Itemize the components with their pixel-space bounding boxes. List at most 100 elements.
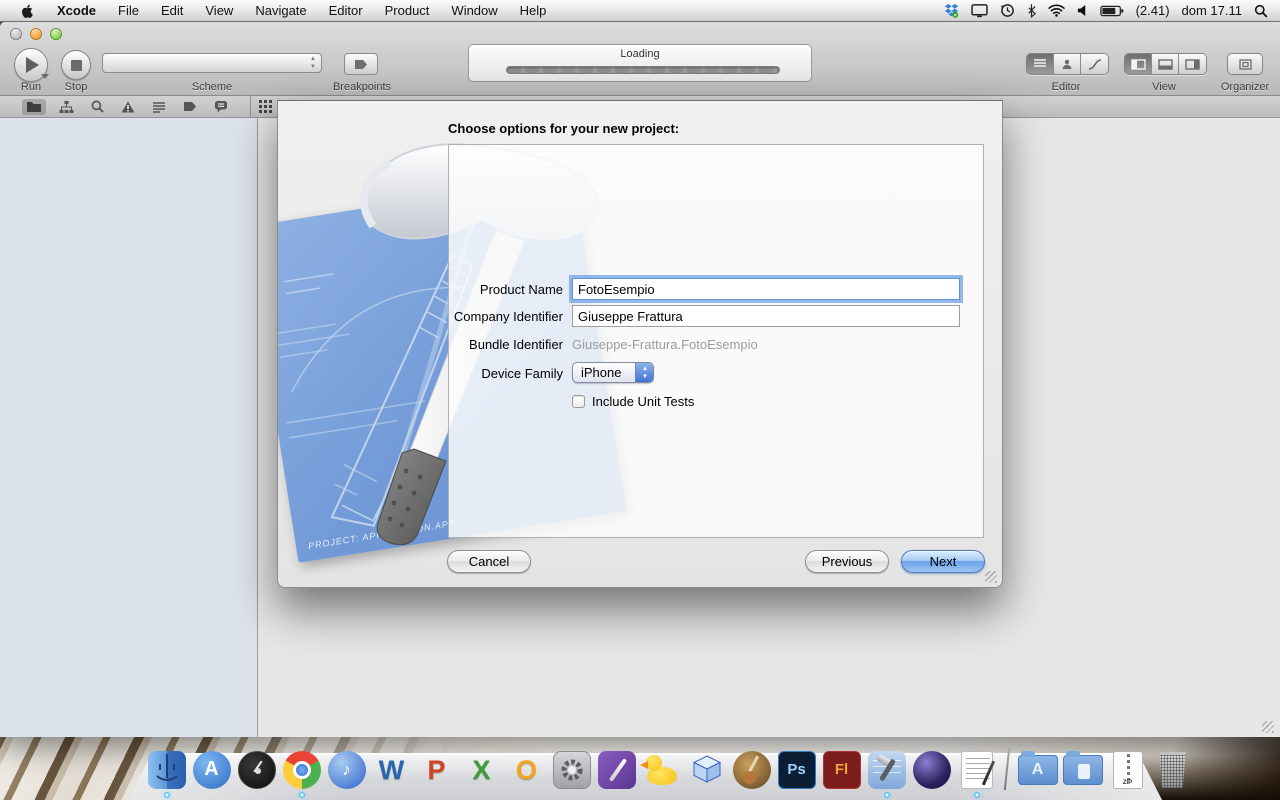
scheme-popup[interactable]: ▲▼ (102, 53, 322, 73)
close-button[interactable] (10, 28, 22, 40)
zoom-button[interactable] (50, 28, 62, 40)
dock-system-preferences[interactable] (551, 749, 592, 790)
minimize-button[interactable] (30, 28, 42, 40)
zip-archive-icon: ZIP (1113, 751, 1143, 789)
log-navigator-icon[interactable] (152, 101, 166, 113)
garageband-icon (733, 751, 771, 789)
play-icon (26, 57, 39, 73)
dock-eclipse[interactable] (911, 749, 952, 790)
run-button[interactable] (14, 48, 48, 82)
dock-finder[interactable] (146, 749, 187, 790)
dock-itunes[interactable]: ♪ (326, 749, 367, 790)
dock-photoshop[interactable]: Ps (776, 749, 817, 790)
bluetooth-icon[interactable] (1027, 3, 1036, 18)
debug-navigator-icon[interactable] (214, 100, 228, 113)
dock-word[interactable]: W (371, 749, 412, 790)
dock-dashboard[interactable] (236, 749, 277, 790)
dock-cyberduck[interactable] (641, 749, 682, 790)
company-identifier-input[interactable] (572, 305, 960, 327)
dock-powerpoint[interactable]: P (416, 749, 457, 790)
time-machine-icon[interactable] (1000, 3, 1015, 18)
menu-xcode[interactable]: Xcode (46, 0, 107, 22)
applications-folder-icon: A (1018, 755, 1058, 785)
product-name-input[interactable] (572, 278, 960, 300)
breakpoint-navigator-icon[interactable] (183, 101, 197, 112)
battery-icon[interactable] (1100, 5, 1124, 17)
debug-view-segment[interactable] (1152, 54, 1179, 74)
stop-icon (71, 60, 82, 71)
dock-documents-folder[interactable] (1062, 749, 1103, 790)
options-panel: Product Name Company Identifier Bundle I… (448, 144, 984, 538)
dock-xcode[interactable] (866, 749, 907, 790)
menu-help[interactable]: Help (509, 0, 558, 22)
organizer-label: Organizer (1221, 81, 1269, 93)
stop-label: Stop (65, 81, 88, 93)
navigator-bar-icons (0, 100, 228, 113)
version-editor-segment[interactable] (1081, 54, 1108, 74)
standard-editor-segment[interactable] (1027, 54, 1054, 74)
volume-icon[interactable] (1077, 4, 1088, 17)
next-button[interactable]: Next (901, 550, 985, 573)
assistant-editor-segment[interactable] (1054, 54, 1081, 74)
photoshop-icon: Ps (778, 751, 816, 789)
excel-icon: X (472, 751, 490, 789)
dock-pixel-editor[interactable] (596, 749, 637, 790)
menu-product[interactable]: Product (374, 0, 441, 22)
new-project-options-sheet: Choose options for your new project: PRO… (277, 100, 1003, 588)
dock-virtualbox[interactable] (686, 749, 727, 790)
flash-icon: Fl (823, 751, 861, 789)
dock-chrome[interactable] (281, 749, 322, 790)
organizer-button[interactable] (1227, 53, 1263, 75)
dropbox-icon[interactable] (944, 3, 959, 18)
bundle-identifier-label: Bundle Identifier (449, 337, 563, 352)
apple-menu[interactable] (10, 0, 46, 22)
menu-view[interactable]: View (194, 0, 244, 22)
menu-edit[interactable]: Edit (150, 0, 194, 22)
sheet-resize-grip[interactable] (985, 571, 997, 583)
related-items-icon[interactable] (259, 100, 272, 113)
issue-navigator-icon[interactable] (121, 101, 135, 113)
menu-clock[interactable]: dom 17.11 (1182, 3, 1242, 18)
menu-editor[interactable]: Editor (318, 0, 374, 22)
battery-time-label[interactable]: (2.41) (1136, 3, 1170, 18)
popup-stepper-icon: ▲▼ (635, 363, 653, 382)
dock-flash[interactable]: Fl (821, 749, 862, 790)
project-navigator-icon[interactable] (22, 99, 46, 115)
cancel-button[interactable]: Cancel (447, 550, 531, 573)
dock-applications-folder[interactable]: A (1017, 749, 1058, 790)
menu-navigate[interactable]: Navigate (244, 0, 317, 22)
company-identifier-label: Company Identifier (449, 309, 563, 324)
device-family-popup[interactable]: iPhone ▲▼ (572, 362, 654, 383)
dock-app-store[interactable]: A (191, 749, 232, 790)
menu-window[interactable]: Window (440, 0, 508, 22)
stop-button[interactable] (61, 50, 91, 80)
dock-outlook[interactable]: O (506, 749, 547, 790)
finder-icon (148, 751, 186, 789)
breakpoints-button[interactable] (344, 53, 378, 75)
search-navigator-icon[interactable] (91, 100, 104, 113)
wifi-icon[interactable] (1048, 4, 1065, 17)
display-icon[interactable] (971, 4, 988, 18)
previous-button[interactable]: Previous (805, 550, 889, 573)
dock-excel[interactable]: X (461, 749, 502, 790)
navigator-view-segment[interactable] (1125, 54, 1152, 74)
include-unit-tests-row: Include Unit Tests (572, 394, 694, 409)
include-unit-tests-checkbox[interactable] (572, 395, 585, 408)
itunes-icon: ♪ (328, 751, 366, 789)
window-resize-grip[interactable] (1262, 721, 1274, 733)
menu-file[interactable]: File (107, 0, 150, 22)
dock-garageband[interactable] (731, 749, 772, 790)
breakpoint-icon (354, 59, 369, 70)
dock-zip-archive[interactable]: ZIP (1107, 749, 1148, 790)
documents-folder-icon (1063, 755, 1103, 785)
activity-status-text: Loading (469, 48, 811, 60)
utilities-view-segment[interactable] (1179, 54, 1206, 74)
dock-trash[interactable] (1152, 749, 1193, 790)
dock-textedit[interactable] (956, 749, 997, 790)
run-dropdown-caret-icon (41, 74, 49, 79)
dock-divider[interactable] (1004, 748, 1010, 790)
run-label: Run (21, 81, 41, 93)
spotlight-icon[interactable] (1254, 4, 1268, 18)
apple-icon (21, 3, 35, 19)
symbol-navigator-icon[interactable] (59, 101, 74, 113)
